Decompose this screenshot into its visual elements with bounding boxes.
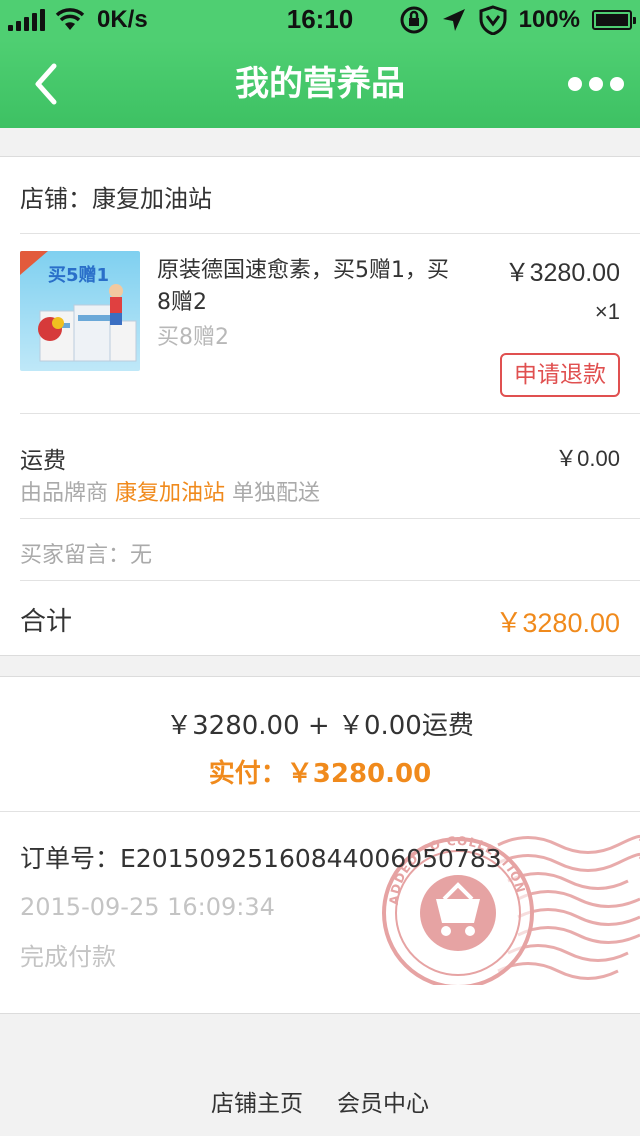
freight-note: 由品牌商 康复加油站 单独配送 <box>20 475 320 507</box>
footer-links: 店铺主页 会员中心 <box>0 1084 640 1118</box>
product-name[interactable]: 原装德国速愈素，买5赠1，买8赠2 <box>157 255 457 319</box>
page-title: 我的营养品 <box>235 64 405 104</box>
status-right: 100% <box>399 5 636 35</box>
freight-note-suffix: 单独配送 <box>232 481 321 506</box>
order-status: 完成付款 <box>20 943 116 971</box>
divider <box>0 811 640 812</box>
store-name[interactable]: 店铺：康复加油站 <box>20 179 212 214</box>
total-value: ￥3280.00 <box>495 608 620 638</box>
freight-store-link[interactable]: 康复加油站 <box>115 481 225 506</box>
product-spec: 买8赠2 <box>157 325 229 350</box>
status-left: 0K/s <box>8 6 148 34</box>
product-image[interactable]: 买5赠1 <box>20 251 140 371</box>
order-card: 店铺：康复加油站 买5赠1 原装德国速愈素，买5赠1，买8赠2 买8赠2 ￥32… <box>0 156 640 656</box>
order-number: 订单号：E20150925160844006050783 <box>20 844 502 873</box>
refund-button[interactable]: 申请退款 <box>500 353 620 397</box>
divider <box>20 233 640 234</box>
divider <box>20 413 640 414</box>
divider <box>20 580 640 581</box>
divider <box>20 518 640 519</box>
battery-icon <box>592 10 636 30</box>
total-label: 合计 <box>20 607 73 637</box>
battery-percent: 100% <box>518 6 580 33</box>
status-bar: 0K/s 16:10 100% <box>0 0 640 40</box>
freight-label: 运费 <box>20 448 66 474</box>
rotation-lock-icon <box>400 6 428 34</box>
paid-amount: 实付：￥3280.00 <box>208 759 432 789</box>
network-speed: 0K/s <box>97 6 148 33</box>
freight-note-prefix: 由品牌商 <box>20 481 109 506</box>
wifi-icon <box>55 8 85 30</box>
location-arrow-icon <box>442 9 465 31</box>
buyer-message: 买家留言：无 <box>20 543 153 568</box>
footer-link-member-center[interactable]: 会员中心 <box>337 1084 429 1118</box>
shield-icon <box>479 5 507 35</box>
nav-bar: 我的营养品 <box>0 40 640 128</box>
footer-link-store-home[interactable]: 店铺主页 <box>211 1084 303 1118</box>
payment-card: ￥3280.00 + ￥0.00运费 实付：￥3280.00 ADDED TO … <box>0 676 640 1014</box>
product-price: ￥3280.00 <box>504 259 620 287</box>
payment-breakdown: ￥3280.00 + ￥0.00运费 <box>166 711 474 741</box>
product-image-label: 买5赠1 <box>48 264 109 286</box>
chevron-left-icon[interactable] <box>24 60 72 108</box>
order-time: 2015-09-25 16:09:34 <box>20 893 275 921</box>
product-quantity: ×1 <box>594 299 620 324</box>
more-dots-icon[interactable] <box>568 68 624 100</box>
signal-icon <box>8 9 45 31</box>
freight-value: ￥0.00 <box>555 446 620 471</box>
